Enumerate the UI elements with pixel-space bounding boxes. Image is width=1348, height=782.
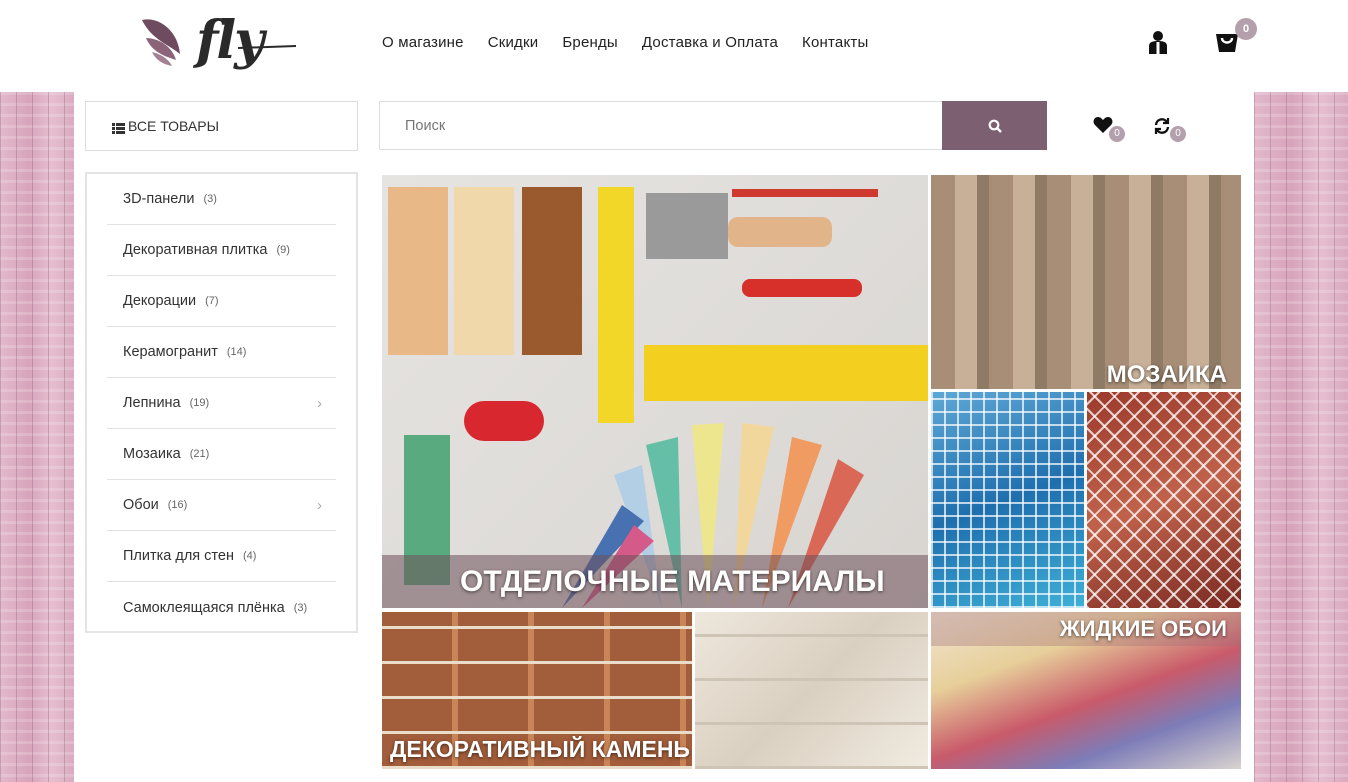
user-icon[interactable] — [1147, 30, 1169, 54]
category-label: Керамогранит — [123, 344, 218, 360]
category-count: (16) — [167, 499, 188, 511]
search-icon — [988, 119, 1002, 133]
category-count: (19) — [189, 397, 210, 409]
nav-brands[interactable]: Бренды — [562, 34, 618, 51]
wishlist-count-badge: 0 — [1109, 126, 1125, 142]
category-count: (3) — [203, 193, 217, 205]
category-count: (4) — [242, 550, 257, 562]
category-count: (21) — [189, 448, 210, 460]
nav-about[interactable]: О магазине — [382, 34, 464, 51]
compare-count-badge: 0 — [1170, 126, 1186, 142]
category-count: (3) — [293, 601, 308, 614]
category-count: (7) — [205, 295, 219, 307]
category-count: (9) — [276, 244, 290, 256]
banner-liquid-wallpaper[interactable]: ЖИДКИЕ ОБОИ — [931, 612, 1241, 769]
banner-label: МОЗАИКА — [1106, 361, 1227, 388]
category-item[interactable]: Керамогранит (14) — [107, 327, 336, 378]
category-label: Мозаика — [123, 446, 181, 462]
category-item[interactable]: Плитка для стен (4) — [107, 531, 336, 582]
refresh-icon[interactable] — [1152, 116, 1172, 136]
all-products-label: ВСЕ ТОВАРЫ — [128, 118, 219, 134]
category-label: 3D-панели — [123, 191, 195, 207]
wing-logo-icon — [142, 19, 180, 66]
search-input[interactable] — [379, 101, 944, 150]
category-item[interactable]: Обои (16) › — [107, 480, 336, 531]
category-label: Обои — [123, 497, 159, 513]
banner-decorative-stone[interactable]: ДЕКОРАТИВНЫЙ КАМЕНЬ — [382, 612, 692, 769]
nav-contacts[interactable]: Контакты — [802, 34, 868, 51]
category-label: Декорации — [123, 293, 197, 309]
banner-label: ОТДЕЛОЧНЫЕ МАТЕРИАЛЫ — [460, 565, 885, 598]
banner-finishing-materials[interactable]: ОТДЕЛОЧНЫЕ МАТЕРИАЛЫ — [382, 175, 928, 608]
list-icon — [112, 121, 125, 134]
nav-discounts[interactable]: Скидки — [488, 34, 539, 51]
banner-label: ДЕКОРАТИВНЫЙ КАМЕНЬ — [390, 736, 690, 762]
chevron-right-icon[interactable]: › — [317, 497, 322, 514]
site-header: fly О магазине Скидки Бренды Доставка и … — [0, 0, 1348, 92]
banner-mosaic-red[interactable] — [1087, 392, 1241, 608]
category-item[interactable]: Декоративная плитка (9) — [107, 225, 336, 276]
category-list: 3D-панели (3) Декоративная плитка (9) Деко… — [85, 172, 358, 633]
logo-swoosh-icon — [237, 45, 297, 49]
search-button[interactable] — [942, 101, 1047, 150]
category-item[interactable]: Мозаика (21) — [107, 429, 336, 480]
all-products-button[interactable]: ВСЕ ТОВАРЫ — [85, 101, 358, 151]
category-label: Самоклеящаяся плёнка — [123, 599, 285, 616]
main-nav: О магазине Скидки Бренды Доставка и Опла… — [382, 34, 868, 51]
category-label: Лепнина — [123, 395, 181, 411]
category-item[interactable]: 3D-панели (3) — [107, 174, 336, 225]
category-label: Декоративная плитка — [123, 242, 268, 258]
category-item[interactable]: Самоклеящаяся плёнка (3) — [107, 582, 336, 633]
chevron-right-icon[interactable]: › — [317, 395, 322, 412]
banner-white-stone[interactable] — [695, 612, 928, 769]
site-logo[interactable]: fly — [138, 6, 298, 78]
finishing-materials-illustration — [388, 187, 928, 608]
banner-mosaic-blue[interactable] — [931, 392, 1084, 608]
cart-count-badge: 0 — [1235, 18, 1257, 40]
banner-label: ЖИДКИЕ ОБОИ — [1059, 616, 1227, 641]
category-item[interactable]: Лепнина (19) › — [107, 378, 336, 429]
category-count: (14) — [226, 346, 247, 358]
category-item[interactable]: Декорации (7) — [107, 276, 336, 327]
wood-background-left — [0, 92, 74, 782]
banner-mosaic[interactable]: МОЗАИКА — [931, 175, 1241, 389]
wood-background-right — [1254, 92, 1348, 782]
category-label: Плитка для стен — [123, 548, 234, 564]
nav-delivery[interactable]: Доставка и Оплата — [642, 34, 778, 51]
